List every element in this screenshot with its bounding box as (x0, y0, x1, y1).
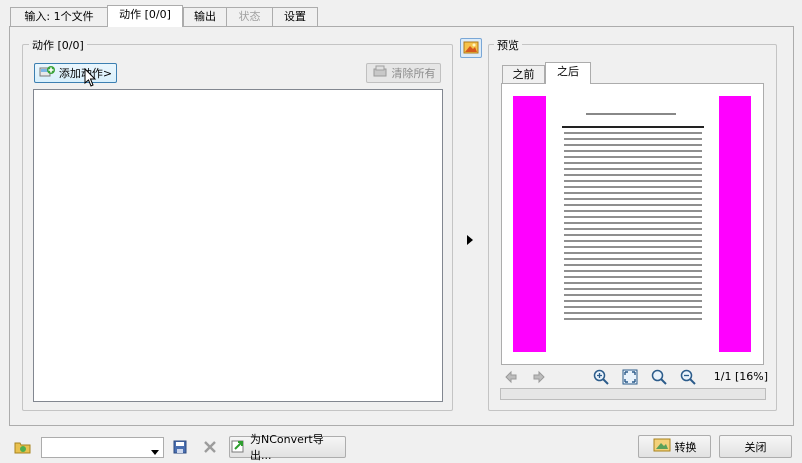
fit-to-window-icon[interactable] (621, 368, 639, 386)
preview-tab-before[interactable]: 之前 (502, 65, 545, 84)
open-script-folder-icon[interactable] (14, 439, 32, 455)
tab-input[interactable]: 输入: 1个文件 (10, 7, 108, 26)
tab-settings[interactable]: 设置 (272, 7, 318, 26)
tab-output[interactable]: 输出 (183, 7, 227, 26)
previous-page-icon[interactable] (503, 369, 519, 385)
clear-all-label: 清除所有 (391, 67, 436, 80)
close-button[interactable]: 关闭 (719, 435, 792, 458)
add-action-icon (39, 65, 55, 82)
convert-label: 转换 (674, 440, 697, 454)
preview-image-icon (463, 41, 479, 54)
preview-left-margin (513, 96, 546, 352)
expand-arrow-icon[interactable] (466, 234, 474, 246)
export-nconvert-label: 为NConvert导出... (250, 433, 324, 462)
add-action-button[interactable]: 添加动作> (34, 63, 117, 83)
tab-status: 状态 (226, 7, 273, 26)
close-label: 关闭 (744, 440, 767, 454)
zoom-out-icon[interactable] (679, 368, 697, 386)
page-indicator: 1/1 [16%] (713, 370, 768, 383)
preview-area (501, 83, 764, 365)
actions-group-title: 动作 [0/0] (29, 37, 87, 53)
tab-actions[interactable]: 动作 [0/0] (107, 5, 183, 27)
preview-right-margin (719, 96, 751, 352)
zoom-actual-icon[interactable] (650, 368, 668, 386)
preview-tab-after[interactable]: 之后 (545, 62, 591, 84)
convert-button[interactable]: 转换 (638, 435, 711, 458)
clear-all-button[interactable]: 清除所有 (366, 63, 441, 83)
preview-toggle-button[interactable] (460, 38, 482, 58)
actions-list[interactable] (33, 89, 443, 402)
script-select[interactable] (41, 437, 164, 458)
save-script-icon[interactable] (172, 439, 188, 455)
chevron-down-icon (151, 445, 159, 458)
convert-icon (653, 438, 671, 455)
export-nconvert-button[interactable]: 为NConvert导出... (229, 433, 346, 462)
export-icon (230, 438, 246, 457)
zoom-in-icon[interactable] (592, 368, 610, 386)
next-page-icon[interactable] (531, 369, 547, 385)
mouse-cursor-icon (84, 67, 98, 88)
preview-scrollbar[interactable] (500, 388, 766, 400)
delete-script-icon[interactable] (202, 439, 218, 455)
preview-page-image (546, 96, 719, 352)
clear-all-icon (372, 65, 388, 82)
preview-group-title: 预览 (494, 37, 522, 53)
